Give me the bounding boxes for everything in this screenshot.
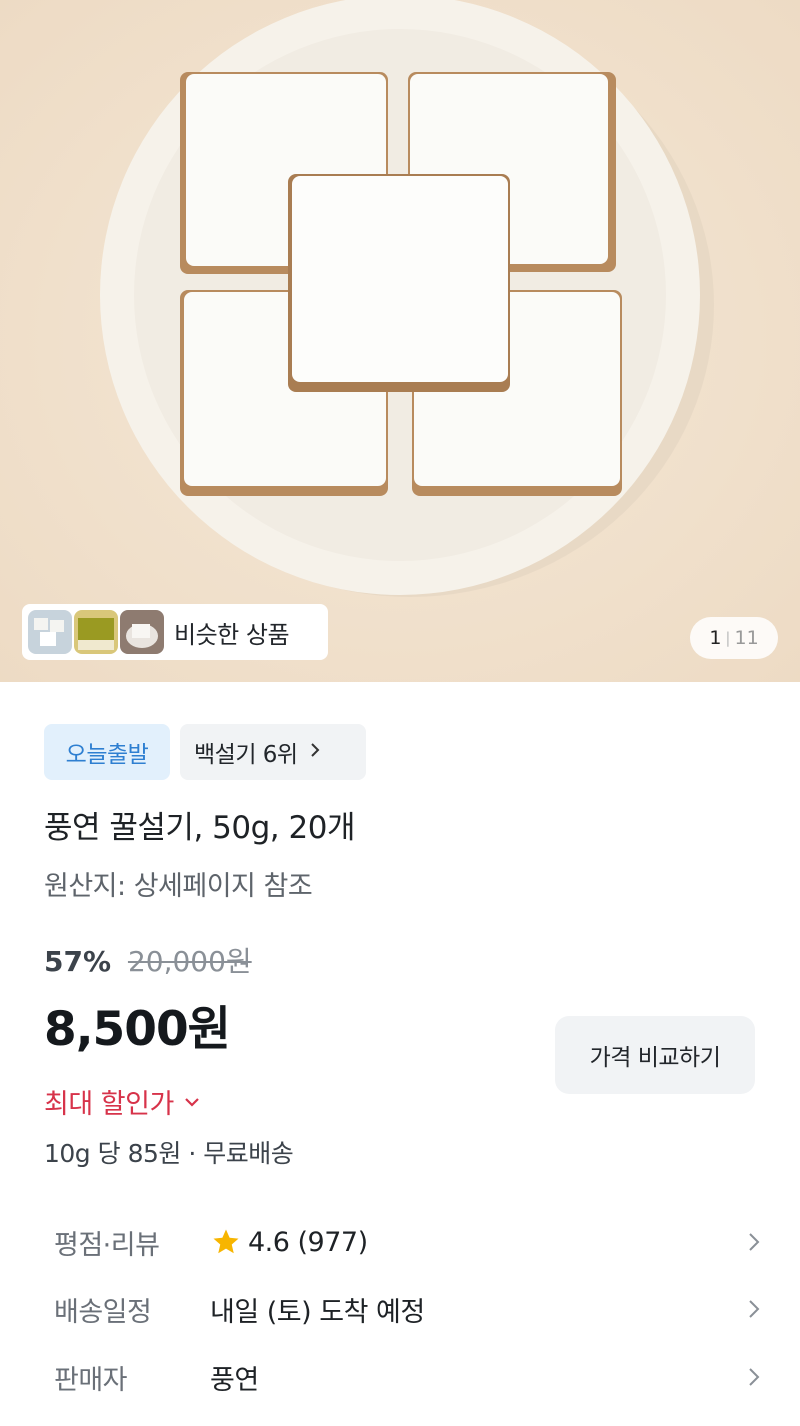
image-counter-total: 11 (734, 627, 759, 649)
image-counter: 1 | 11 (690, 617, 778, 659)
similar-thumb-1 (28, 610, 72, 654)
chevron-right-icon (740, 1367, 760, 1387)
today-ship-badge: 오늘출발 (44, 724, 170, 780)
rank-badge-label: 백설기 6위 (194, 742, 298, 768)
product-title: 풍연 꿀설기, 50g, 20개 (44, 810, 355, 846)
max-discount-label: 최대 할인가 (44, 1089, 174, 1120)
chevron-down-icon (185, 1097, 199, 1107)
product-image-gallery[interactable]: 비슷한 상품 1 | 11 (0, 0, 800, 682)
sale-price: 8,500원 (44, 1002, 231, 1057)
rating-value: 4.6 (977) (248, 1226, 368, 1258)
image-counter-current: 1 (709, 627, 722, 649)
product-photo (0, 0, 800, 682)
max-discount-toggle[interactable]: 최대 할인가 (44, 1082, 200, 1121)
seller-row[interactable]: 판매자 풍연 (54, 1352, 760, 1402)
delivery-schedule-label: 배송일정 (54, 1296, 152, 1328)
image-counter-separator: | (725, 629, 731, 647)
similar-thumb-3 (120, 610, 164, 654)
similar-products-button[interactable]: 비슷한 상품 (22, 604, 328, 660)
similar-thumb-2 (74, 610, 118, 654)
seller-label: 판매자 (54, 1364, 128, 1396)
unit-price-shipping: 10g 당 85원 · 무료배송 (44, 1139, 294, 1168)
star-icon (213, 1229, 239, 1254)
product-origin: 원산지: 상세페이지 참조 (44, 871, 313, 902)
price-compare-button[interactable]: 가격 비교하기 (555, 1016, 755, 1094)
similar-products-label: 비슷한 상품 (174, 620, 290, 649)
rating-review-label: 평점·리뷰 (54, 1229, 160, 1261)
discount-percent: 57% (44, 945, 112, 978)
badge-row: 오늘출발 백설기 6위 (44, 724, 366, 780)
discount-row: 57% 20,000원 (44, 940, 252, 980)
chevron-right-icon (310, 742, 320, 763)
original-price: 20,000원 (127, 945, 252, 978)
seller-value: 풍연 (210, 1364, 259, 1396)
rating-review-row[interactable]: 평점·리뷰 4.6 (977) (54, 1217, 760, 1267)
chevron-right-icon (740, 1232, 760, 1252)
chevron-right-icon (740, 1299, 760, 1319)
rank-badge-link[interactable]: 백설기 6위 (180, 724, 366, 780)
delivery-schedule-value: 내일 (토) 도착 예정 (210, 1296, 425, 1328)
delivery-schedule-row[interactable]: 배송일정 내일 (토) 도착 예정 (54, 1284, 760, 1334)
